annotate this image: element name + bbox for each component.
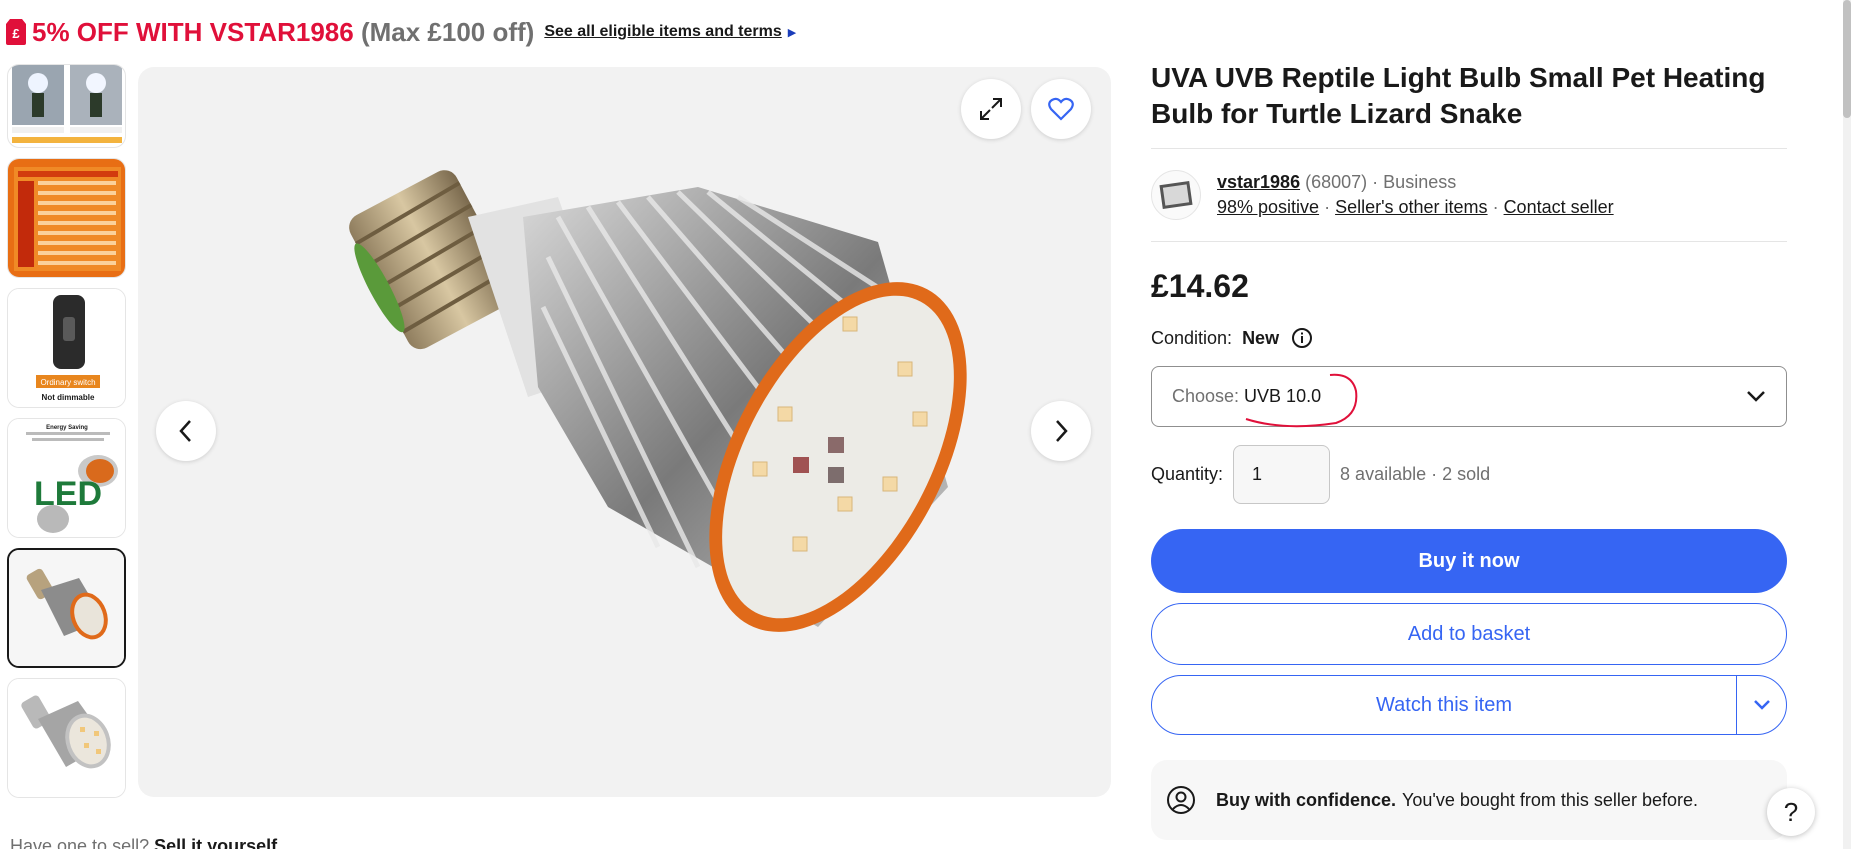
quantity-label: Quantity: <box>1151 464 1224 484</box>
uv-chart-icon <box>8 159 125 277</box>
condition-value: New <box>1242 327 1280 348</box>
divider <box>1151 241 1787 242</box>
previous-image-button[interactable] <box>156 401 216 461</box>
led-bulbs-icon: Energy Saving LED <box>8 419 125 537</box>
sell-prompt: Have one to sell? Sell it yourself <box>10 836 277 849</box>
quantity-input[interactable]: 1 <box>1233 445 1331 504</box>
add-to-basket-button[interactable]: Add to basket <box>1151 603 1787 665</box>
thumb-energy-caption: Energy Saving <box>46 425 88 431</box>
chevron-down-icon <box>1753 700 1770 710</box>
user-circle-icon <box>1167 786 1195 814</box>
dot-separator: · <box>1372 172 1379 192</box>
scrollbar-track[interactable] <box>1843 0 1851 849</box>
thumb-switch-caption: Ordinary switch <box>40 378 95 387</box>
promo-discount: 5% OFF WITH <box>32 16 203 47</box>
seller-avatar[interactable] <box>1151 170 1201 220</box>
sell-it-yourself-link[interactable]: Sell it yourself <box>154 836 277 849</box>
quantity-row: Quantity: 1 8 available · 2 sold <box>1151 445 1787 504</box>
bulbs-comparison-icon <box>12 65 122 143</box>
chevron-right-icon <box>1056 420 1068 442</box>
uv-bulb-image <box>349 170 967 632</box>
seller-type: Business <box>1383 172 1457 192</box>
svg-text:£: £ <box>12 26 20 41</box>
scrollbar-thumb[interactable] <box>1843 0 1851 118</box>
seller-card: vstar1986 (68007) · Business 98% positiv… <box>1151 149 1787 241</box>
red-circle-annotation <box>1245 373 1358 428</box>
thumbnail-5-selected[interactable] <box>7 548 126 668</box>
contact-seller-link[interactable]: Contact seller <box>1504 197 1614 217</box>
thumbnail-1[interactable] <box>7 64 126 148</box>
thumbnail-2[interactable] <box>7 158 126 278</box>
buy-with-confidence-box: Buy with confidence. You've bought from … <box>1151 760 1787 840</box>
promo-max: (Max £100 off) <box>360 16 535 47</box>
condition-row: Condition: New <box>1151 327 1787 349</box>
choose-label: Choose: <box>1172 386 1240 406</box>
thumb-led-text: LED <box>34 475 102 513</box>
dot-separator: · <box>1492 197 1499 217</box>
main-product-image[interactable] <box>138 67 1111 797</box>
expand-image-button[interactable] <box>961 79 1021 139</box>
thumbnail-4[interactable]: Energy Saving LED <box>7 418 126 538</box>
condition-label: Condition: <box>1151 327 1233 348</box>
thumbnail-6[interactable] <box>7 678 126 798</box>
switch-icon: Ordinary switch Not dimmable <box>8 289 125 407</box>
play-arrow-icon: ▶ <box>787 26 797 39</box>
thumb-dimmable-caption: Not dimmable <box>42 393 95 402</box>
product-info-panel: UVA UVB Reptile Light Bulb Small Pet Hea… <box>1151 60 1787 840</box>
price-tag-icon: £ <box>6 19 26 45</box>
watch-dropdown-button[interactable] <box>1736 676 1786 734</box>
seller-other-items-link[interactable]: Seller's other items <box>1335 197 1488 217</box>
store-icon <box>1159 181 1193 209</box>
watch-item-button[interactable]: Watch this item <box>1152 676 1736 734</box>
seller-info: vstar1986 (68007) · Business 98% positiv… <box>1217 170 1614 220</box>
seller-feedback-count: (68007) <box>1305 172 1368 192</box>
watch-item-button-group: Watch this item <box>1151 675 1787 735</box>
product-title: UVA UVB Reptile Light Bulb Small Pet Hea… <box>1151 62 1766 129</box>
heart-icon <box>1048 97 1074 121</box>
info-icon[interactable] <box>1291 327 1313 349</box>
seller-name-link[interactable]: vstar1986 <box>1217 172 1300 192</box>
expand-icon <box>980 98 1002 120</box>
silver-bulb-icon <box>8 679 125 797</box>
buy-it-now-button[interactable]: Buy it now <box>1151 529 1787 593</box>
help-button[interactable]: ? <box>1767 788 1815 836</box>
sell-prompt-text: Have one to sell? <box>10 836 150 849</box>
thumbnail-3[interactable]: Ordinary switch Not dimmable <box>7 288 126 408</box>
chevron-down-icon <box>1747 391 1765 402</box>
confidence-bold-text: Buy with confidence. <box>1216 789 1397 810</box>
promo-banner: £ 5% OFF WITH VSTAR1986 (Max £100 off) S… <box>6 12 796 52</box>
variation-select[interactable]: Choose: UVB 10.0 <box>1151 366 1787 428</box>
dot-separator: · <box>1324 197 1331 217</box>
promo-terms-link[interactable]: See all eligible items and terms <box>544 23 781 41</box>
confidence-text: You've bought from this seller before. <box>1402 789 1698 810</box>
orange-bulb-icon <box>9 550 124 666</box>
availability-text: 8 available · 2 sold <box>1340 464 1491 484</box>
chevron-left-icon <box>179 420 191 442</box>
item-price: £14.62 <box>1151 268 1249 304</box>
seller-positive-link[interactable]: 98% positive <box>1217 197 1319 217</box>
watch-heart-button[interactable] <box>1031 79 1091 139</box>
promo-code: VSTAR1986 <box>209 16 354 47</box>
next-image-button[interactable] <box>1031 401 1091 461</box>
promo-text: 5% OFF WITH VSTAR1986 (Max £100 off) <box>32 17 534 48</box>
